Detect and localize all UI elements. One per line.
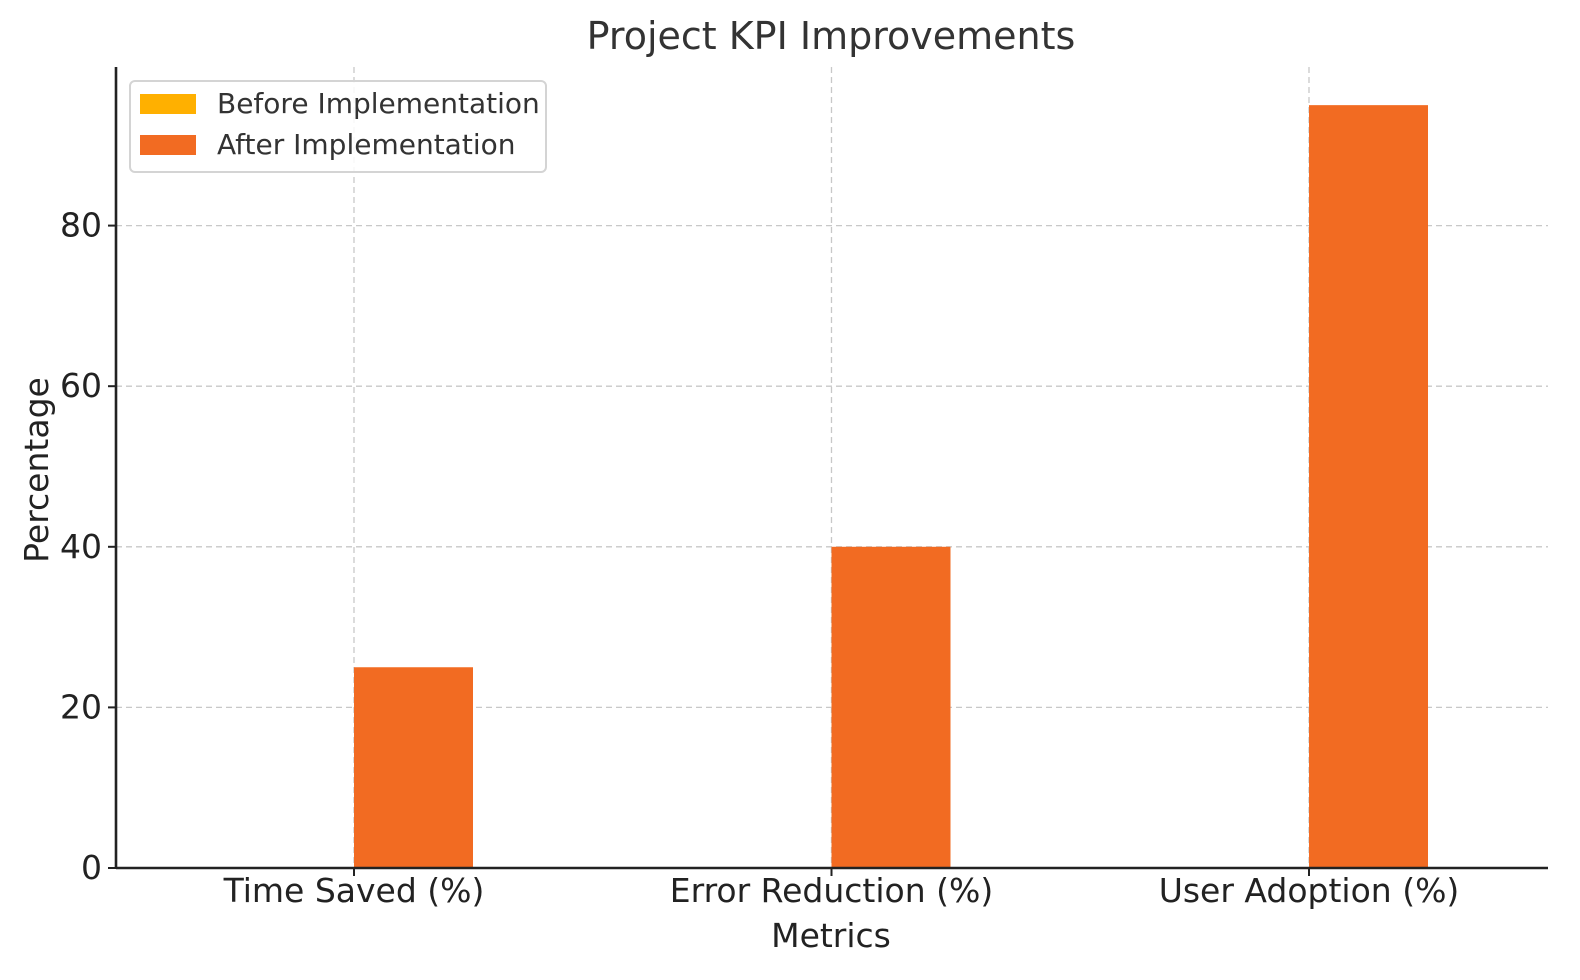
tick-labels: 0 20 40 60 80 Time Saved (%) Error Reduction (… bbox=[60, 206, 1459, 910]
x-tick-label: Time Saved (%) bbox=[223, 871, 485, 910]
legend-label: After Implementation bbox=[217, 128, 515, 161]
y-tick-label: 80 bbox=[60, 206, 102, 245]
x-tick-label: User Adoption (%) bbox=[1159, 871, 1460, 910]
legend-swatch bbox=[140, 94, 196, 114]
chart: Project KPI Improvements 0 20 40 60 80 Time S… bbox=[0, 0, 1580, 980]
bar-after-2 bbox=[831, 546, 951, 868]
y-tick-label: 60 bbox=[60, 366, 102, 405]
y-tick-label: 20 bbox=[60, 687, 102, 726]
y-axis-label: Percentage bbox=[17, 377, 56, 563]
y-tick-label: 40 bbox=[60, 527, 102, 566]
x-axis-label: Metrics bbox=[771, 916, 891, 955]
bar-chart: Project KPI Improvements 0 20 40 60 80 Time S… bbox=[17, 14, 1548, 955]
bar-after-1 bbox=[354, 667, 473, 868]
legend-label: Before Implementation bbox=[217, 87, 540, 120]
x-tick-label: Error Reduction (%) bbox=[670, 871, 994, 910]
legend: Before Implementation After Implementatio… bbox=[129, 80, 547, 173]
chart-title: Project KPI Improvements bbox=[587, 14, 1076, 58]
y-tick-label: 0 bbox=[81, 848, 102, 887]
bar-after-3 bbox=[1309, 105, 1428, 868]
legend-swatch bbox=[140, 135, 196, 155]
bars bbox=[354, 105, 1428, 868]
